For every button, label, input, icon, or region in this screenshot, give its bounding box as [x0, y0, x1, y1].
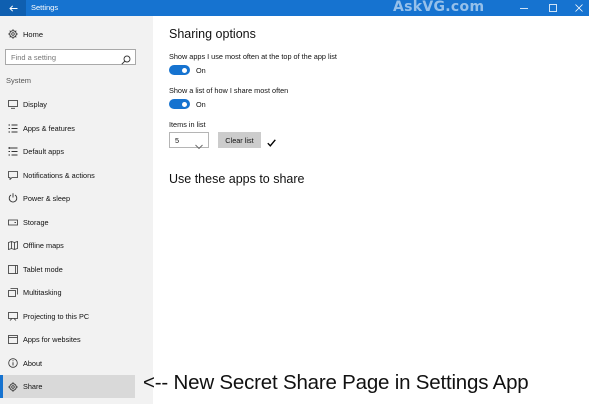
sidebar-item-label: Default apps — [23, 146, 64, 156]
power-icon — [7, 193, 19, 203]
storage-icon — [7, 218, 19, 226]
sidebar-item-home[interactable]: Home — [0, 26, 153, 42]
share-apps-heading: Use these apps to share — [169, 172, 305, 186]
sidebar-item-label: Share — [23, 382, 43, 391]
sidebar-item-label: Power & sleep — [23, 193, 71, 203]
websites-icon — [7, 334, 19, 344]
sidebar-item-label: Multitasking — [23, 287, 62, 297]
search-icon[interactable] — [121, 52, 131, 70]
setting1-state: On — [196, 66, 206, 75]
sidebar-item-label: Notifications & actions — [23, 170, 95, 180]
minimize-icon — [520, 0, 528, 17]
sidebar-item-label: Projecting to this PC — [23, 311, 90, 321]
share-icon — [7, 381, 19, 392]
sidebar-item-label: About — [23, 358, 43, 368]
sidebar-item-label: Storage — [23, 217, 49, 227]
title-bar: Settings AskVG.com — [0, 0, 589, 16]
watermark: AskVG.com — [393, 0, 485, 15]
default-apps-icon — [7, 146, 19, 156]
page-title: Sharing options — [169, 27, 256, 41]
sidebar-item-notifications[interactable]: Notifications & actions — [0, 166, 135, 184]
sidebar-item-label: Apps for websites — [23, 334, 81, 344]
gear-icon — [8, 29, 20, 39]
window-title: Settings — [31, 3, 59, 12]
sidebar-item-offline-maps[interactable]: Offline maps — [0, 236, 135, 254]
setting1-toggle[interactable] — [169, 65, 190, 75]
display-icon — [7, 99, 19, 109]
multitasking-icon — [7, 287, 19, 297]
chevron-down-icon — [195, 137, 203, 155]
sidebar-item-apps-features[interactable]: Apps & features — [0, 119, 135, 137]
setting2-state: On — [196, 100, 206, 109]
maximize-button[interactable] — [540, 0, 566, 16]
dropdown-value: 5 — [175, 136, 180, 145]
minimize-button[interactable] — [511, 0, 537, 16]
main-content: Sharing options Show apps I use most oft… — [153, 16, 589, 404]
setting2-toggle[interactable] — [169, 99, 190, 109]
checkmark-icon — [267, 134, 276, 152]
search-box[interactable] — [5, 49, 136, 65]
sidebar-item-label: Display — [23, 99, 47, 109]
close-icon — [575, 0, 583, 17]
sidebar-item-projecting[interactable]: Projecting to this PC — [0, 307, 135, 325]
sidebar-item-label: Tablet mode — [23, 264, 63, 274]
items-in-list-dropdown[interactable]: 5 — [169, 132, 209, 150]
sidebar-item-tablet-mode[interactable]: Tablet mode — [0, 260, 135, 278]
toggle-knob — [182, 67, 187, 73]
sidebar: Home System Display Apps & features Defa… — [0, 16, 153, 404]
sidebar-item-power-sleep[interactable]: Power & sleep — [0, 189, 135, 207]
projecting-icon — [7, 311, 19, 321]
sidebar-item-display[interactable]: Display — [0, 95, 135, 113]
sidebar-item-about[interactable]: About — [0, 354, 135, 372]
sidebar-item-default-apps[interactable]: Default apps — [0, 142, 135, 160]
sidebar-item-label: Offline maps — [23, 240, 64, 250]
info-icon — [7, 358, 19, 368]
tablet-icon — [7, 264, 19, 274]
notifications-icon — [7, 170, 19, 180]
sidebar-item-label: Apps & features — [23, 123, 75, 133]
maximize-icon — [549, 0, 557, 17]
items-in-list-label: Items in list — [169, 120, 206, 129]
home-label: Home — [23, 29, 44, 39]
toggle-knob — [182, 101, 187, 107]
back-button[interactable] — [0, 0, 26, 16]
section-label: System — [6, 76, 32, 85]
clear-list-button[interactable]: Clear list — [218, 132, 261, 148]
search-input[interactable] — [6, 50, 118, 64]
sidebar-item-storage[interactable]: Storage — [0, 213, 135, 231]
close-button[interactable] — [566, 0, 589, 16]
sidebar-item-multitasking[interactable]: Multitasking — [0, 283, 135, 301]
map-icon — [7, 240, 19, 250]
setting2-label: Show a list of how I share most often — [169, 86, 289, 95]
sidebar-item-share[interactable]: Share — [0, 375, 135, 398]
apps-list-icon — [7, 124, 19, 133]
back-arrow-icon — [8, 0, 18, 17]
annotation-text: <-- New Secret Share Page in Settings Ap… — [143, 371, 529, 394]
setting1-label: Show apps I use most often at the top of… — [169, 52, 337, 61]
sidebar-item-apps-for-websites[interactable]: Apps for websites — [0, 330, 135, 348]
